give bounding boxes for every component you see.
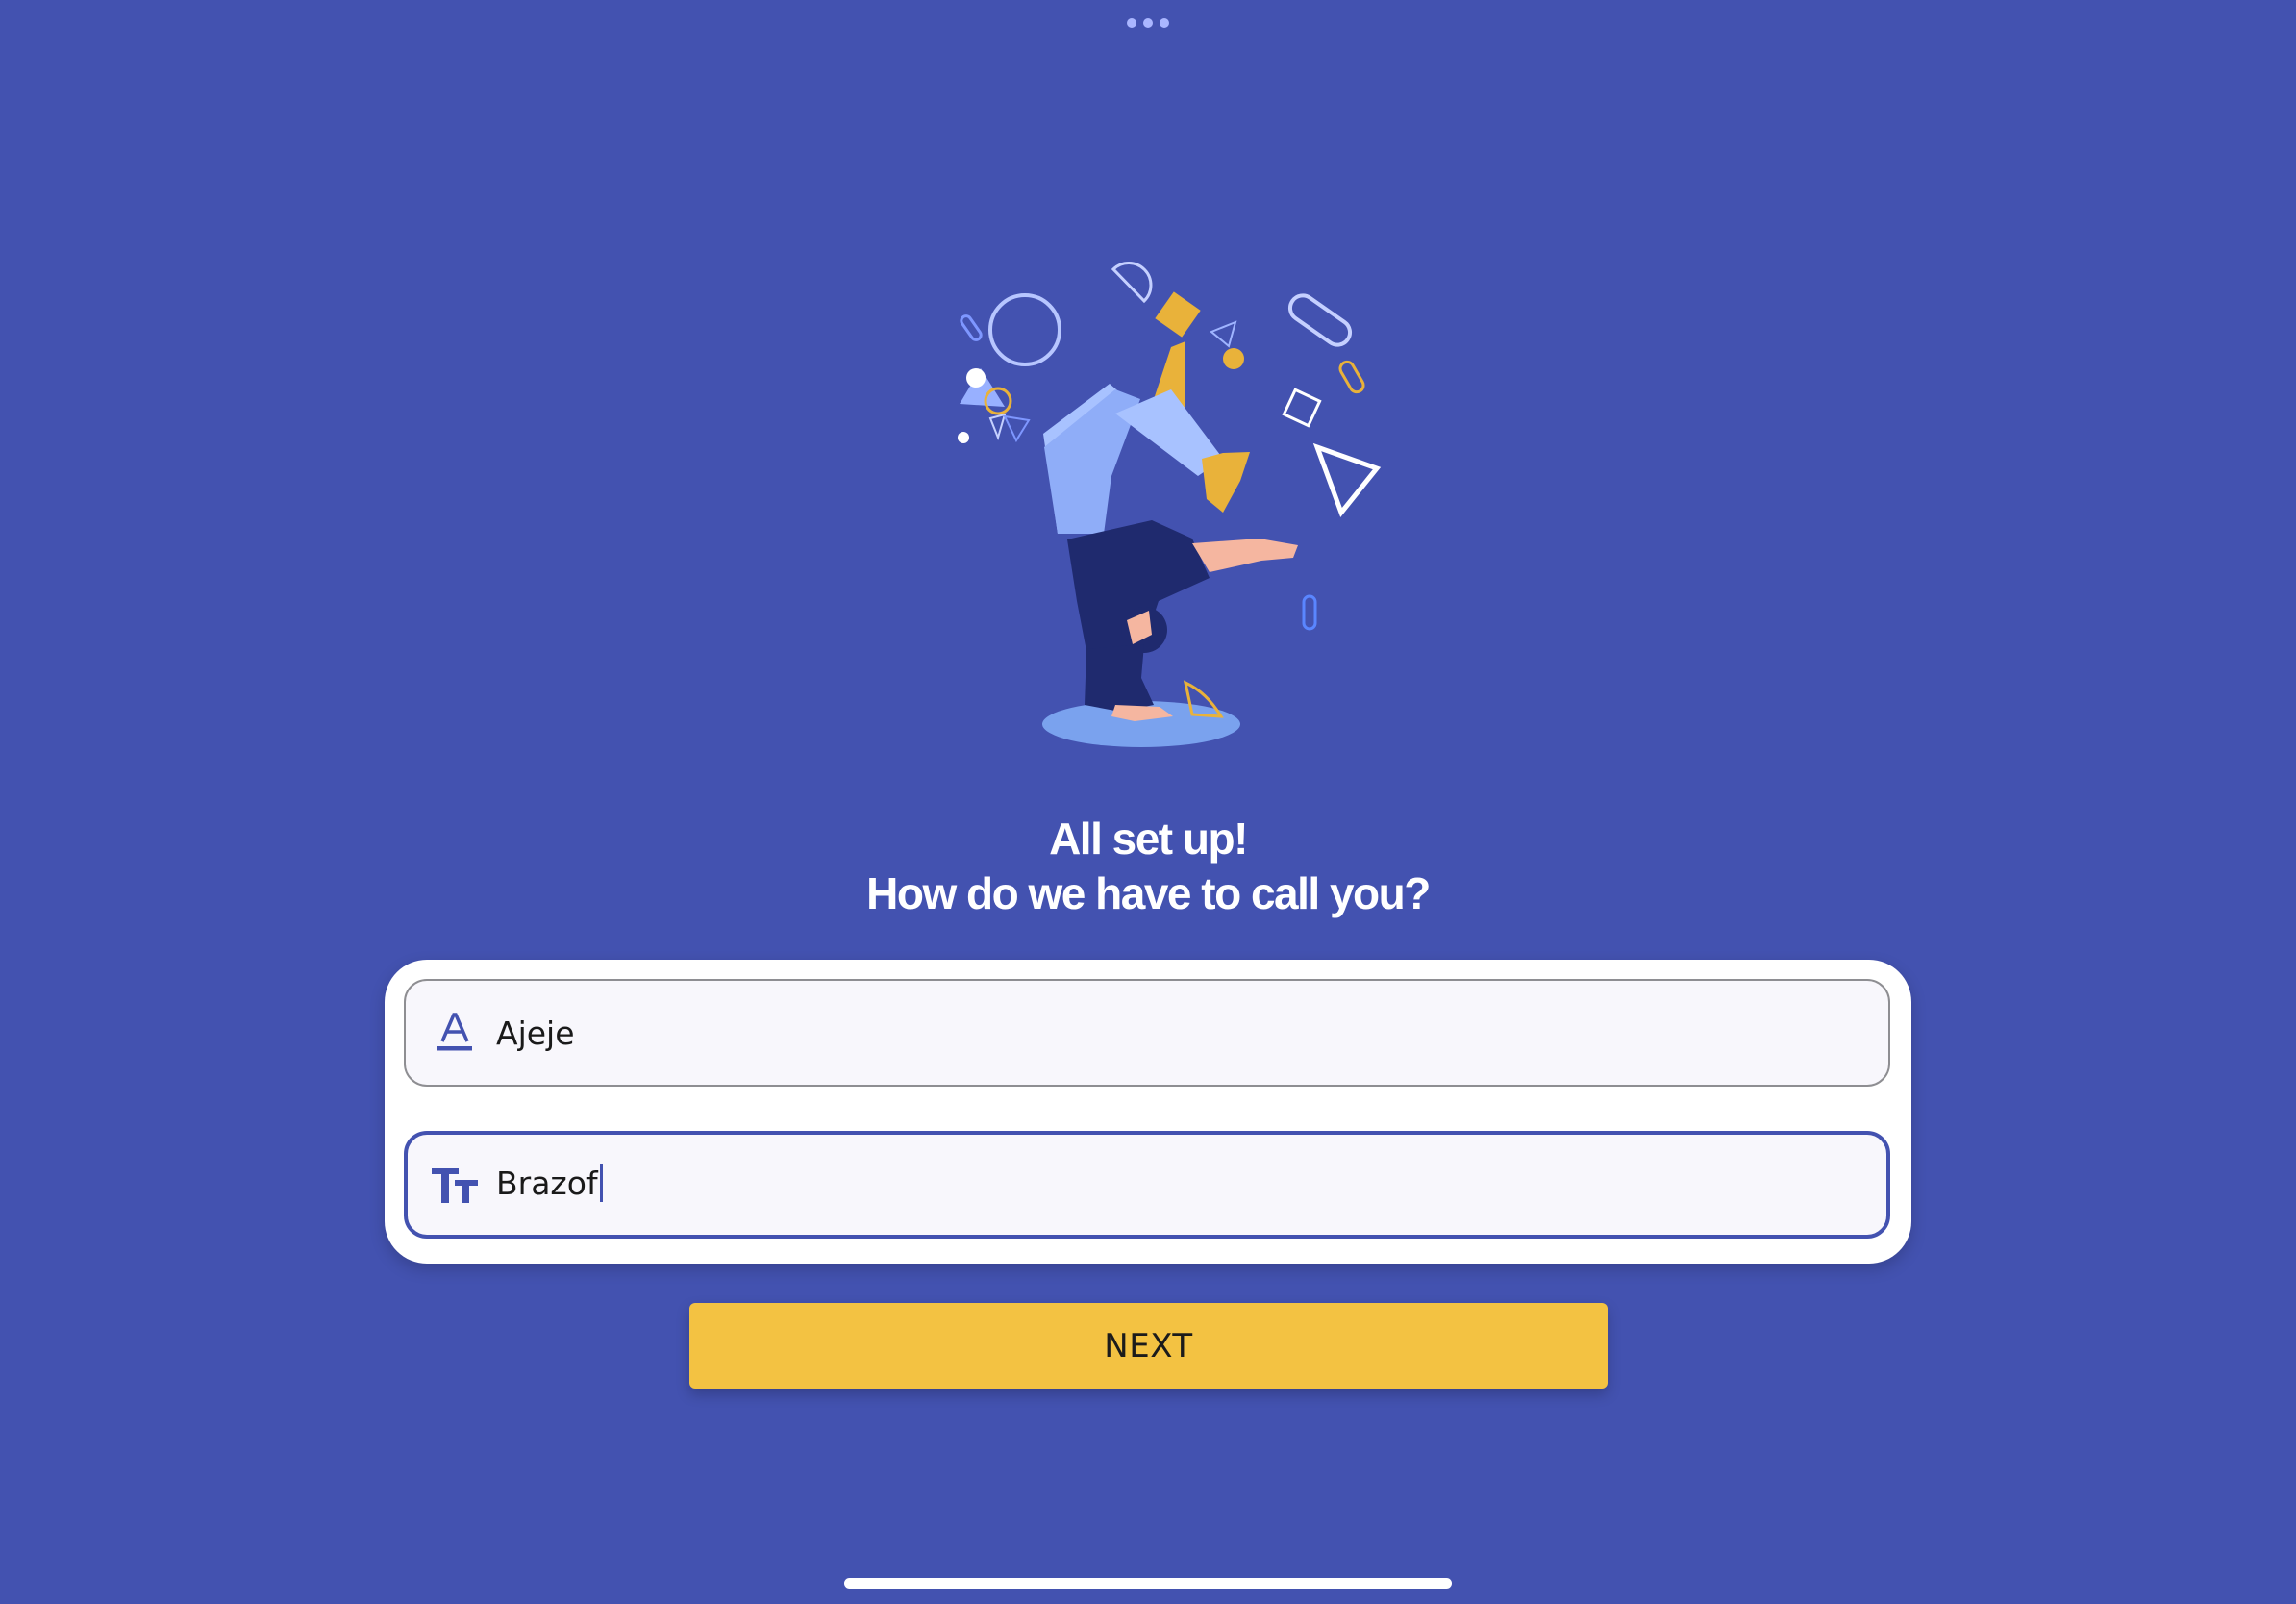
text-caret [599, 1163, 603, 1202]
multitasking-dots-icon[interactable] [1127, 18, 1169, 30]
first-name-value: Ajeje [496, 1014, 575, 1052]
letter-a-underline-icon [427, 1005, 483, 1061]
dot [1160, 18, 1169, 28]
last-name-field[interactable]: Brazof [404, 1131, 1890, 1239]
dot [1143, 18, 1153, 28]
next-button[interactable]: NEXT [689, 1303, 1608, 1389]
last-name-value: Brazof [496, 1165, 598, 1203]
first-name-field[interactable]: Ajeje [404, 979, 1890, 1087]
home-indicator[interactable] [844, 1578, 1452, 1589]
heading-line-1: All set up! [1049, 814, 1248, 864]
heading-line-2: How do we have to call you? [866, 868, 1431, 918]
handstand-person-illustration [913, 255, 1385, 755]
name-form-card: Ajeje Brazof [385, 960, 1911, 1264]
illustration-graphic [958, 262, 1382, 747]
text-size-icon [427, 1157, 483, 1213]
last-name-input[interactable]: Brazof [496, 1163, 603, 1205]
dot [1127, 18, 1136, 28]
